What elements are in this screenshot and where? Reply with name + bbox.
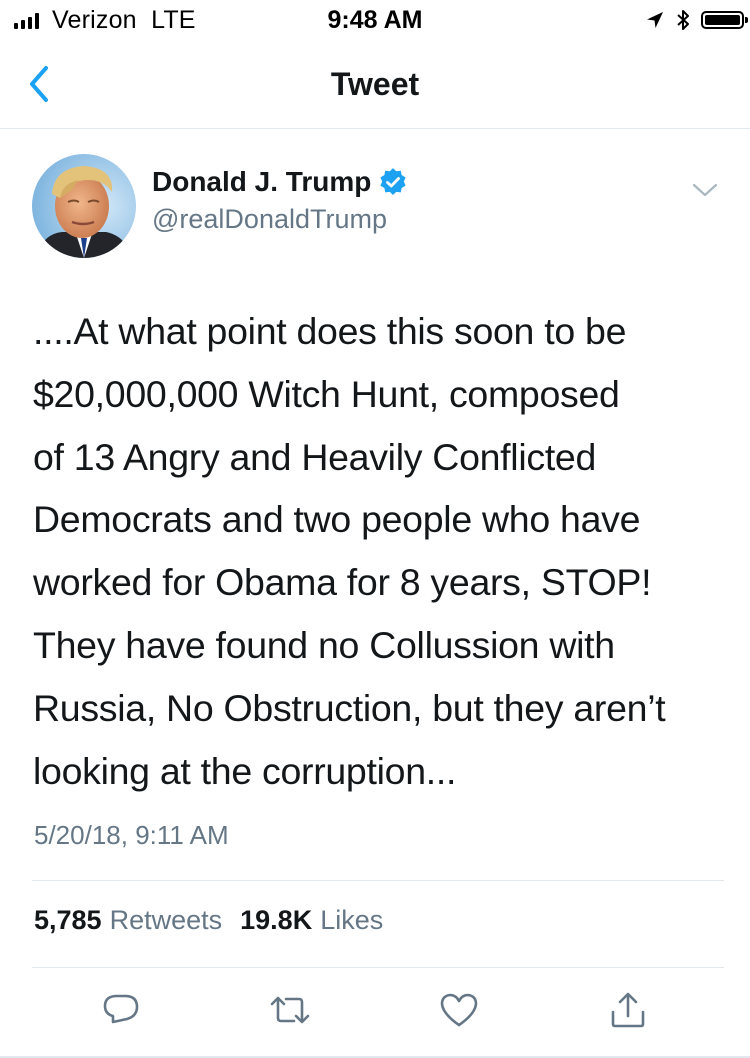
reply-button[interactable]: [99, 988, 143, 1032]
tweet-text: ....At what point does this soon to be $…: [33, 300, 723, 802]
retweet-label[interactable]: Retweets: [110, 905, 223, 936]
tweet-menu-button[interactable]: [690, 180, 720, 200]
tweet-text-line: looking at the corruption...: [33, 749, 457, 792]
tweet-timestamp: 5/20/18, 9:11 AM: [34, 820, 229, 850]
author-handle[interactable]: @realDonaldTrump: [152, 204, 387, 235]
tweet-text-line: $20,000,000 Witch Hunt, composed: [33, 372, 620, 415]
retweet-count[interactable]: 5,785: [34, 905, 102, 936]
like-button[interactable]: [437, 988, 481, 1032]
verified-badge-icon: [380, 168, 406, 195]
page-title: Tweet: [330, 66, 420, 102]
like-icon: [440, 993, 478, 1027]
tweet-header: Donald J. Trump @realDonaldTrump: [0, 150, 750, 260]
share-button[interactable]: [606, 988, 650, 1032]
avatar[interactable]: [32, 154, 136, 258]
tweet-text-line: They have found no Collussion with: [33, 623, 615, 666]
location-arrow-icon: [647, 12, 663, 28]
divider: [32, 880, 724, 881]
nav-bar: Tweet: [0, 42, 750, 129]
tweet-text-line: Russia, No Obstruction, but they aren’t: [33, 686, 666, 729]
author-name-row: Donald J. Trump: [152, 166, 407, 198]
status-icons: [645, 8, 748, 32]
author-name[interactable]: Donald J. Trump: [152, 166, 371, 198]
like-count[interactable]: 19.8K: [240, 905, 312, 936]
tweet-text-line: worked for Obama for 8 years, STOP!: [33, 561, 652, 604]
tweet-stats: 5,785 Retweets 19.8K Likes: [34, 905, 383, 936]
tweet-text-line: of 13 Angry and Heavily Conflicted: [33, 435, 597, 478]
retweet-icon: [270, 996, 310, 1024]
chevron-down-icon: [692, 183, 718, 197]
status-time: 9:48 AM: [327, 6, 423, 34]
tweet-actions: [0, 988, 750, 1038]
like-label[interactable]: Likes: [320, 905, 383, 936]
avatar-image: [32, 154, 136, 258]
reply-icon: [103, 994, 139, 1024]
tweet-text-line: ....At what point does this soon to be: [33, 310, 627, 352]
divider: [32, 967, 724, 968]
battery-icon: [701, 11, 748, 29]
status-bar: Verizon LTE 9:48 AM: [0, 0, 750, 40]
tweet-text-line: Democrats and two people who have: [33, 498, 641, 541]
retweet-button[interactable]: [268, 988, 312, 1032]
bluetooth-icon: [677, 10, 689, 30]
share-icon: [611, 992, 645, 1028]
